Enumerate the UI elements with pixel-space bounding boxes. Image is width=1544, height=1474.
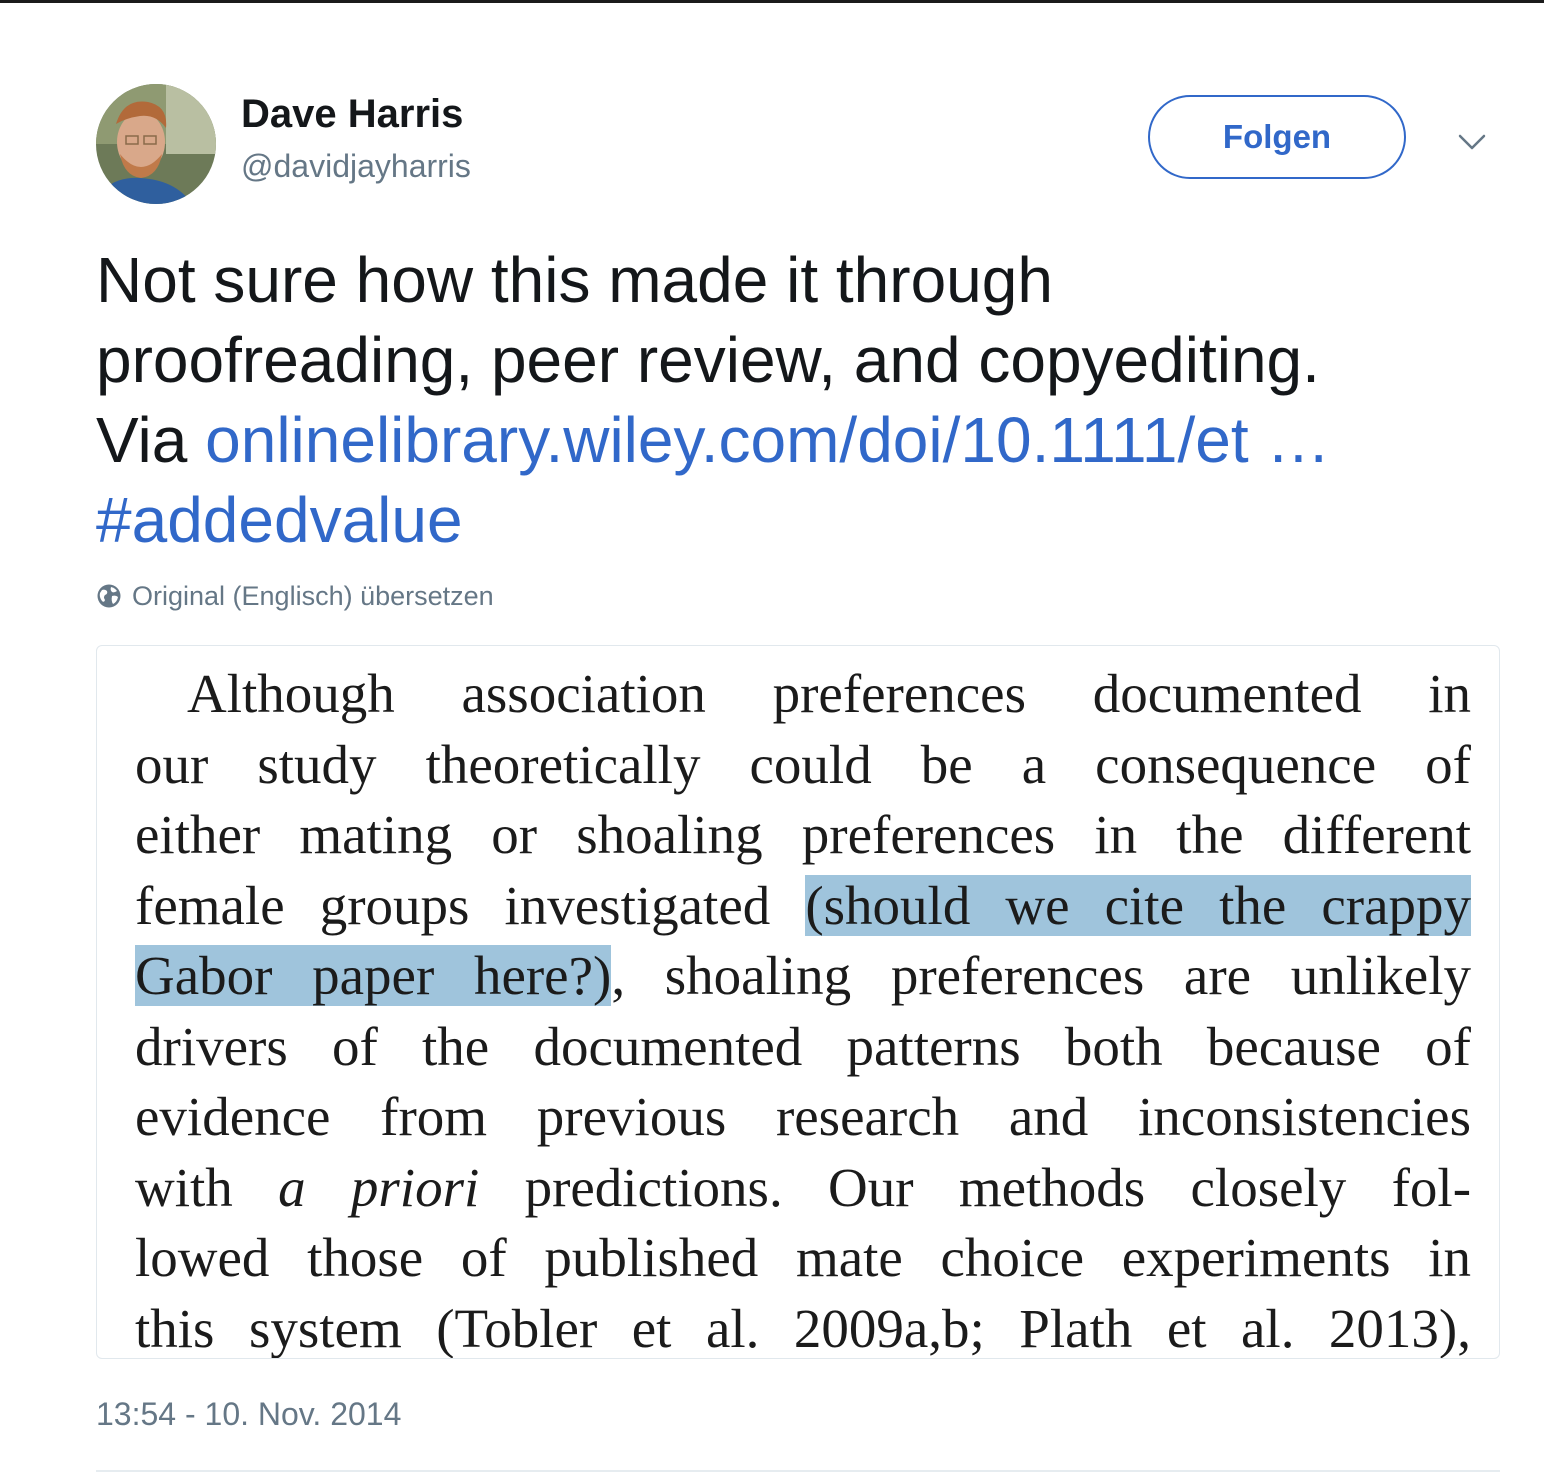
excerpt-line: either mating or shoaling preferences in… [135,804,1471,865]
author-handle[interactable]: @davidjayharris [241,148,471,185]
tweet-timestamp[interactable]: 13:54 - 10. Nov. 2014 [96,1396,401,1433]
paper-excerpt: Although association preferences documen… [135,659,1471,1359]
excerpt-line: drivers of the documented patterns both … [135,1015,1471,1077]
highlighted-comment: (should we cite the crappy [805,874,1471,936]
excerpt-line: female groups investigated (should we ci… [135,871,1471,942]
follow-button[interactable]: Folgen [1148,95,1406,179]
excerpt-text: , shoaling preferences are unlikely [611,945,1471,1006]
globe-icon [97,584,121,608]
excerpt-text: predictions. Our methods closely fol- [479,1156,1472,1218]
divider [96,1470,1500,1472]
excerpt-text: with [135,1156,279,1218]
article-link[interactable]: onlinelibrary.wiley.com/doi/10.1111/et … [205,404,1330,476]
excerpt-line: lowed those of published mate choice exp… [135,1227,1471,1288]
attached-image[interactable]: Although association preferences documen… [96,645,1500,1359]
translate-tweet-link[interactable]: Original (Englisch) übersetzen [96,578,494,614]
tweet-text-line: proofreading, peer review, and copyediti… [96,324,1320,396]
tweet-text-line: Not sure how this made it through [96,244,1053,316]
avatar[interactable] [96,84,216,204]
highlighted-comment: Gabor paper here?) [135,945,612,1006]
excerpt-text: female groups investigated [135,874,806,936]
excerpt-line: evidence from previous research and inco… [135,1086,1471,1147]
excerpt-line: with a priori predictions. Our methods c… [135,1153,1471,1224]
translate-label: Original (Englisch) übersetzen [132,580,494,611]
excerpt-line: this system (Tobler et al. 2009a,b; Plat… [135,1297,1471,1359]
tweet-card: Dave Harris @davidjayharris Folgen Not s… [0,0,1544,1474]
hashtag-link[interactable]: #addedvalue [96,484,463,556]
chevron-down-icon[interactable] [1452,122,1492,162]
tweet-text-line: #addedvalue [96,480,1516,560]
tweet-text: Not sure how this made it through proofr… [96,240,1516,560]
author-display-name[interactable]: Dave Harris [241,92,463,137]
tweet-text-line: Via onlinelibrary.wiley.com/doi/10.1111/… [96,400,1516,480]
excerpt-line: our study theoretically could be a conse… [135,733,1471,795]
excerpt-line: Although association preferences documen… [187,663,1471,724]
via-text: Via [96,404,206,476]
excerpt-line: Gabor paper here?), shoaling preferences… [135,941,1471,1012]
excerpt-italic-text: a priori [278,1156,480,1218]
